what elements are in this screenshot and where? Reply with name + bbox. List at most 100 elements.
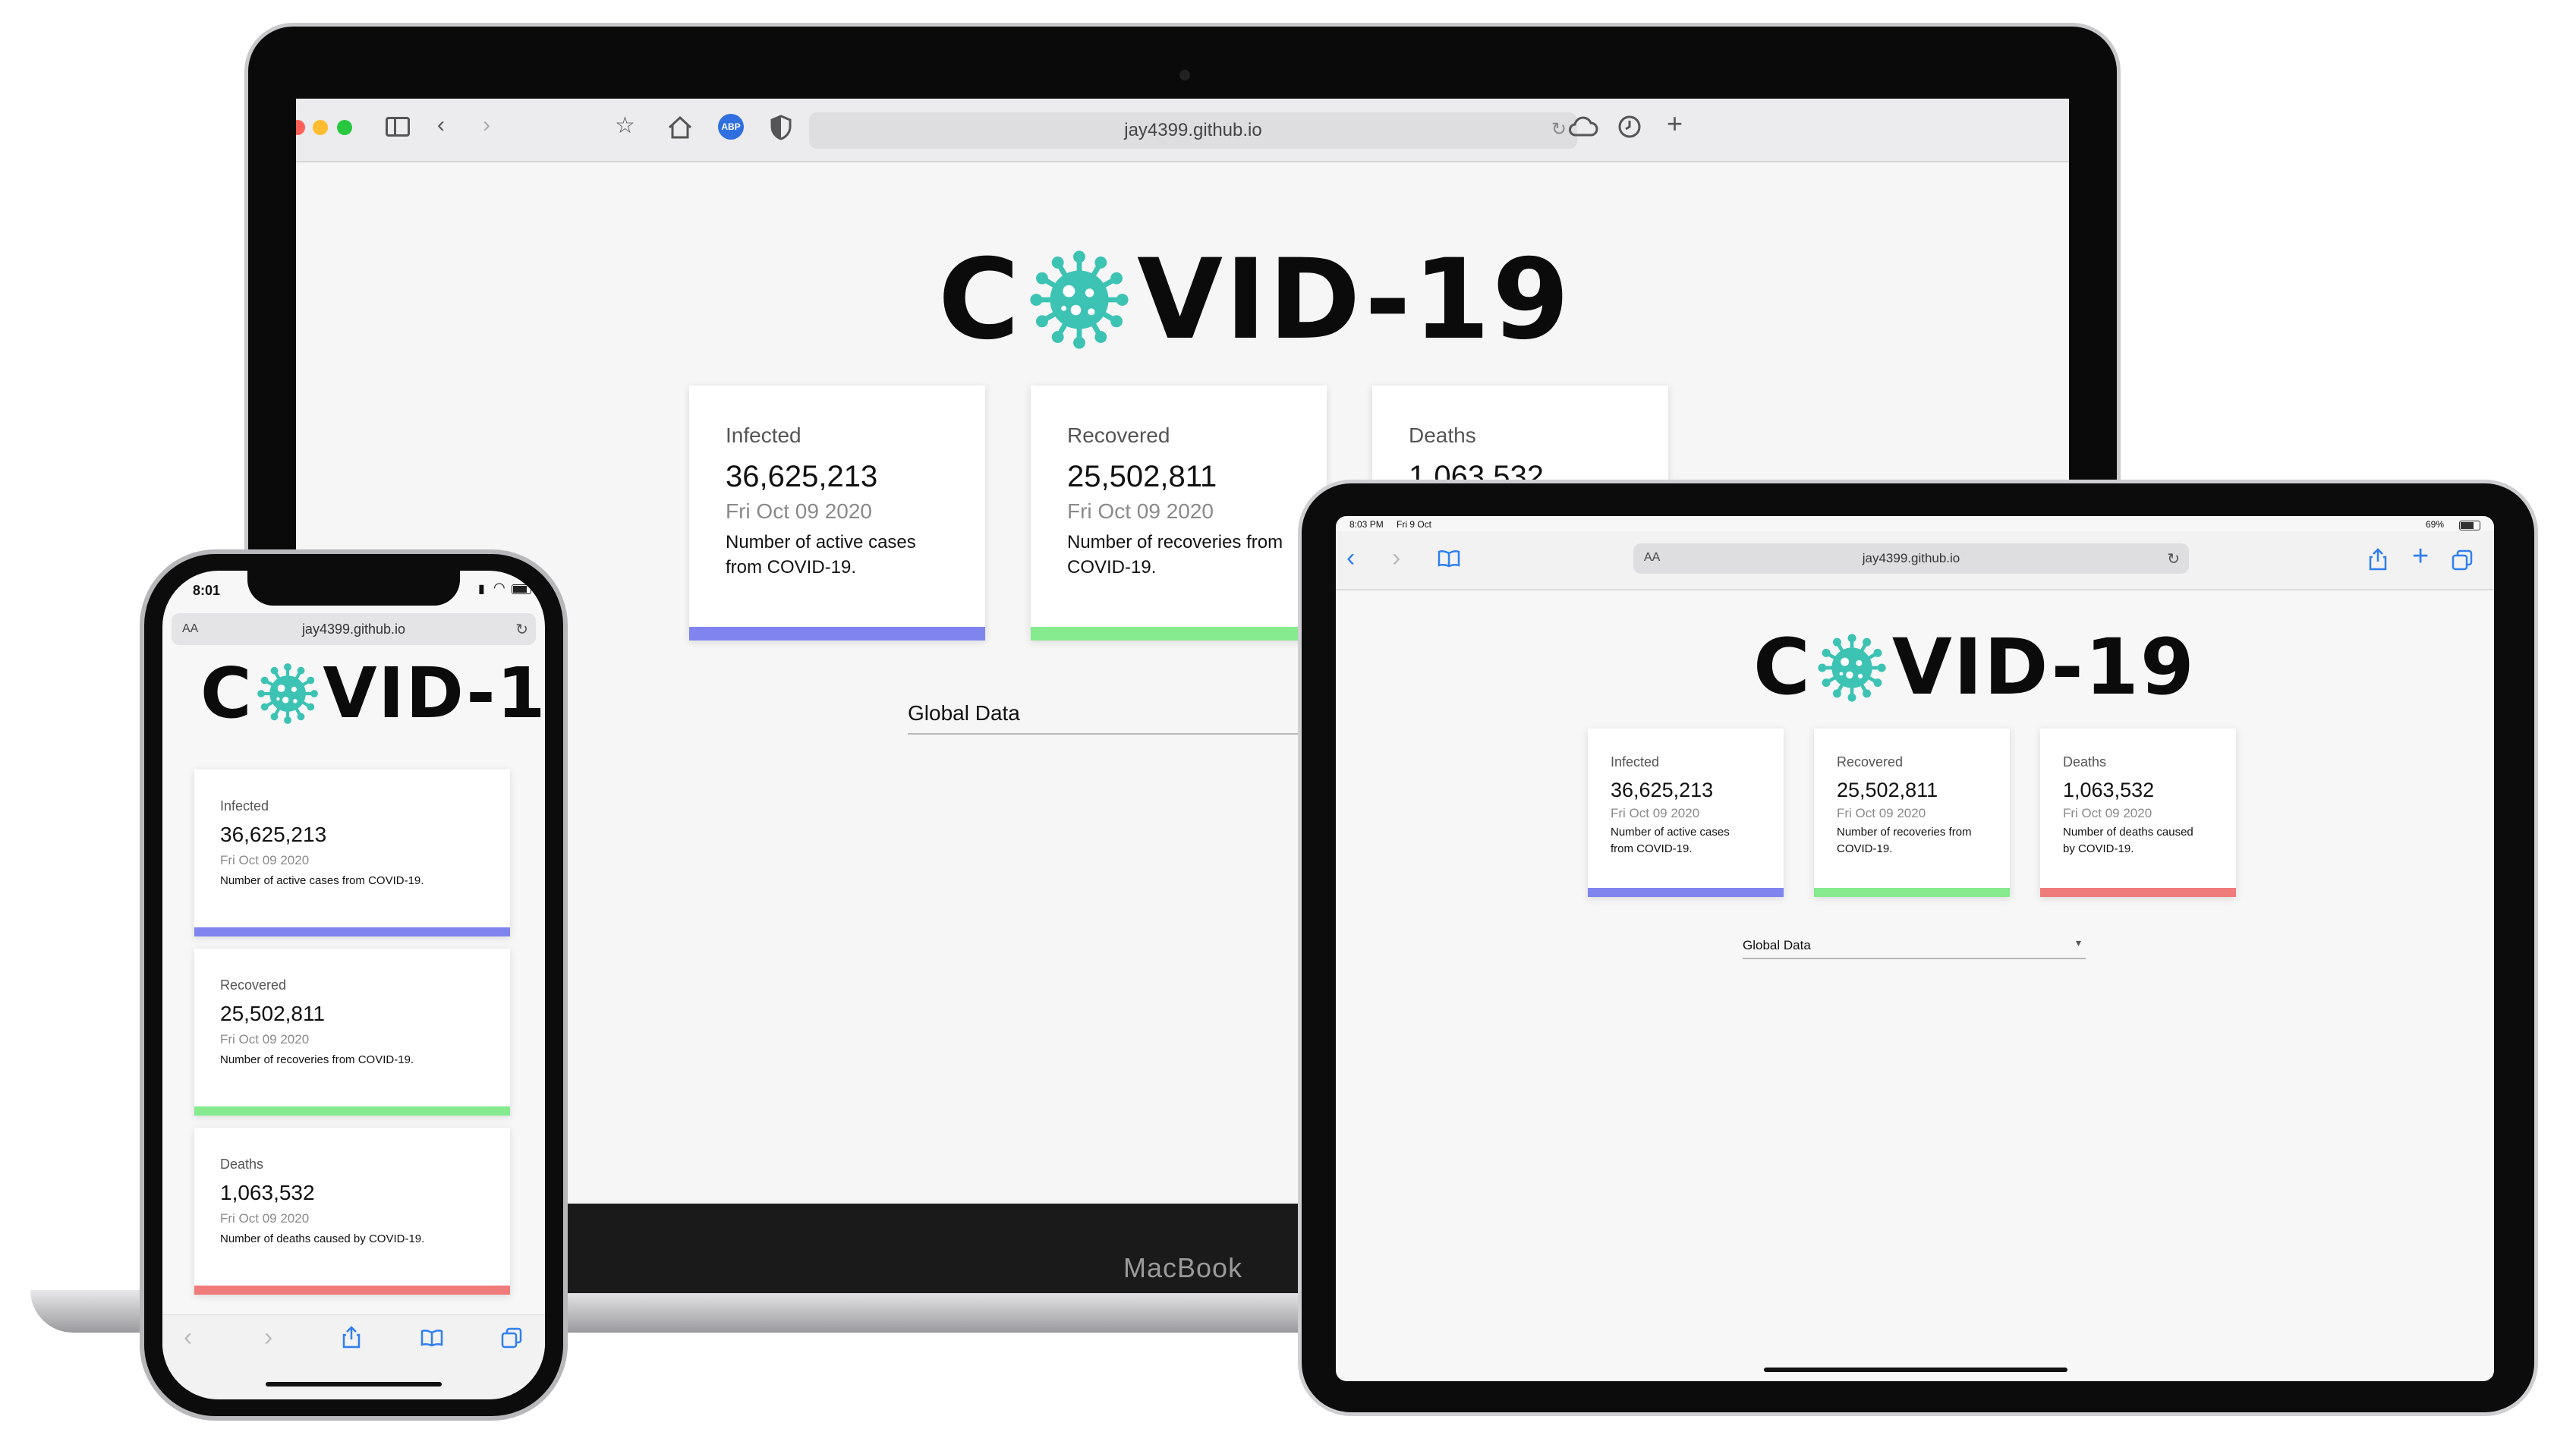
card-value: 36,625,213 (1611, 779, 1714, 801)
card-value: 25,502,811 (1837, 779, 1938, 801)
macbook-label: MacBook (1123, 1252, 1243, 1283)
address-bar[interactable]: AA jay4399.github.io ↻ (172, 613, 536, 645)
card-recovered: Recovered 25,502,811 Fri Oct 09 2020 Num… (1814, 729, 2010, 897)
logo-right: VID-19 (323, 653, 545, 734)
card-date: Fri Oct 09 2020 (220, 1211, 310, 1226)
card-label: Recovered (220, 977, 287, 993)
card-recovered: Recovered 25,502,811 Fri Oct 09 2020 Num… (1031, 386, 1327, 641)
battery-icon (512, 584, 531, 594)
address-bar[interactable]: jay4399.github.io ↻ (809, 112, 1577, 149)
card-label: Deaths (2063, 754, 2107, 770)
abp-icon[interactable]: ABP (718, 114, 744, 140)
card-date: Fri Oct 09 2020 (220, 1032, 310, 1047)
tabs-icon[interactable] (2452, 549, 2473, 574)
covid-logo: C VID-19 (938, 235, 1572, 364)
card-description: Number of recoveries from COVID-19. (1067, 532, 1283, 578)
forward-icon[interactable]: › (1392, 543, 1400, 573)
home-indicator (266, 1382, 442, 1386)
logo-left: C (938, 235, 1022, 364)
status-time: 8:01 (193, 583, 221, 598)
minimize-window-button[interactable] (313, 120, 328, 135)
logo-left: C (1753, 622, 1812, 713)
card-description: Number of deaths caused by COVID-19. (220, 1232, 425, 1245)
card-color-bar (2040, 888, 2236, 897)
address-bar[interactable]: AA jay4399.github.io ↻ (1633, 543, 2189, 574)
reload-icon[interactable]: ↻ (2167, 549, 2180, 568)
region-select[interactable]: Global Data ▾ (1743, 932, 2086, 959)
card-label: Infected (220, 798, 269, 814)
forward-icon[interactable]: › (483, 112, 490, 138)
card-label: Recovered (1067, 423, 1170, 447)
browser-toolbar: ‹ › ☆ ABP jay4399.github.io ↻ + (296, 99, 2069, 162)
bookmarks-icon[interactable] (1438, 549, 1460, 571)
card-value: 36,625,213 (220, 823, 327, 846)
card-date: Fri Oct 09 2020 (726, 499, 872, 523)
close-window-button[interactable] (296, 120, 305, 135)
card-deaths: Deaths 1,063,532 Fri Oct 09 2020 Number … (194, 1128, 510, 1295)
card-value: 36,625,213 (726, 460, 878, 493)
card-label: Infected (1611, 754, 1660, 770)
region-select-value: Global Data (1743, 938, 1811, 952)
plus-icon[interactable]: + (1667, 108, 1683, 140)
battery-icon (2459, 521, 2480, 530)
card-description: Number of recoveries from COVID-19. (1837, 826, 1972, 855)
card-color-bar (689, 627, 985, 641)
back-icon[interactable]: ‹ (437, 112, 445, 138)
card-value: 1,063,532 (220, 1181, 315, 1204)
card-recovered: Recovered 25,502,811 Fri Oct 09 2020 Num… (194, 949, 510, 1116)
forward-icon[interactable]: › (264, 1323, 272, 1352)
logo-right: VID-19 (1891, 622, 2196, 713)
shield-icon[interactable] (770, 114, 792, 145)
covid-logo: C VID-19 (200, 653, 545, 734)
back-icon[interactable]: ‹ (184, 1323, 192, 1352)
card-color-bar (194, 927, 510, 936)
card-date: Fri Oct 09 2020 (2063, 806, 2152, 820)
card-description: Number of active cases from COVID-19. (1611, 826, 1730, 855)
bottom-toolbar: ‹ › (162, 1314, 545, 1399)
star-icon[interactable]: ☆ (615, 112, 635, 139)
share-icon[interactable] (2368, 548, 2388, 574)
laptop-camera (1179, 70, 1190, 80)
card-date: Fri Oct 09 2020 (1837, 806, 1926, 820)
chevron-down-icon: ▾ (2075, 936, 2081, 949)
ipad-screen: 8:03 PM Fri 9 Oct 69% ‹ › AA jay4399.git… (1336, 516, 2494, 1381)
new-tab-icon[interactable]: + (2412, 540, 2429, 573)
wifi-icon: ◠ (493, 580, 505, 595)
card-value: 25,502,811 (1067, 460, 1217, 493)
card-infected: Infected 36,625,213 Fri Oct 09 2020 Numb… (1588, 729, 1784, 897)
url-text: jay4399.github.io (1862, 551, 1960, 565)
card-date: Fri Oct 09 2020 (1611, 806, 1700, 820)
zoom-window-button[interactable] (337, 120, 352, 135)
card-label: Recovered (1837, 754, 1904, 770)
card-description: Number of active cases from COVID-19. (726, 532, 916, 578)
reload-icon[interactable]: ↻ (515, 620, 528, 639)
sidebar-icon[interactable] (386, 117, 410, 137)
card-description: Number of deaths caused by COVID-19. (2063, 826, 2193, 855)
card-color-bar (1031, 627, 1327, 641)
bookmarks-icon[interactable] (420, 1329, 443, 1351)
phone-screen: 8:01 ▮ ◠ AA jay4399.github.io ↻ C VID-19… (162, 571, 545, 1399)
card-deaths: Deaths 1,063,532 Fri Oct 09 2020 Number … (2040, 729, 2236, 897)
url-text: jay4399.github.io (1124, 120, 1262, 140)
home-icon[interactable] (666, 114, 694, 145)
logo-left: C (200, 653, 254, 734)
card-label: Infected (726, 423, 801, 447)
back-icon[interactable]: ‹ (1346, 543, 1355, 573)
reload-icon[interactable]: ↻ (1551, 118, 1567, 140)
card-description: Number of recoveries from COVID-19. (220, 1053, 414, 1066)
cloud-icon[interactable] (1568, 115, 1598, 142)
status-battery: 69% (2426, 519, 2445, 530)
status-time: 8:03 PM (1349, 519, 1384, 530)
card-color-bar (1814, 888, 2010, 897)
card-infected: Infected 36,625,213 Fri Oct 09 2020 Numb… (689, 386, 985, 641)
tabs-icon[interactable] (501, 1327, 522, 1352)
logo-right: VID-19 (1137, 235, 1572, 364)
card-date: Fri Oct 09 2020 (1067, 499, 1214, 523)
region-select-value: Global Data (908, 701, 1020, 725)
card-label: Deaths (220, 1157, 264, 1172)
url-text: jay4399.github.io (301, 622, 406, 637)
covid-logo: C VID-19 (1753, 622, 2196, 713)
virus-icon (1818, 633, 1886, 702)
share-icon[interactable] (342, 1326, 361, 1352)
clock-icon[interactable] (1617, 114, 1642, 143)
